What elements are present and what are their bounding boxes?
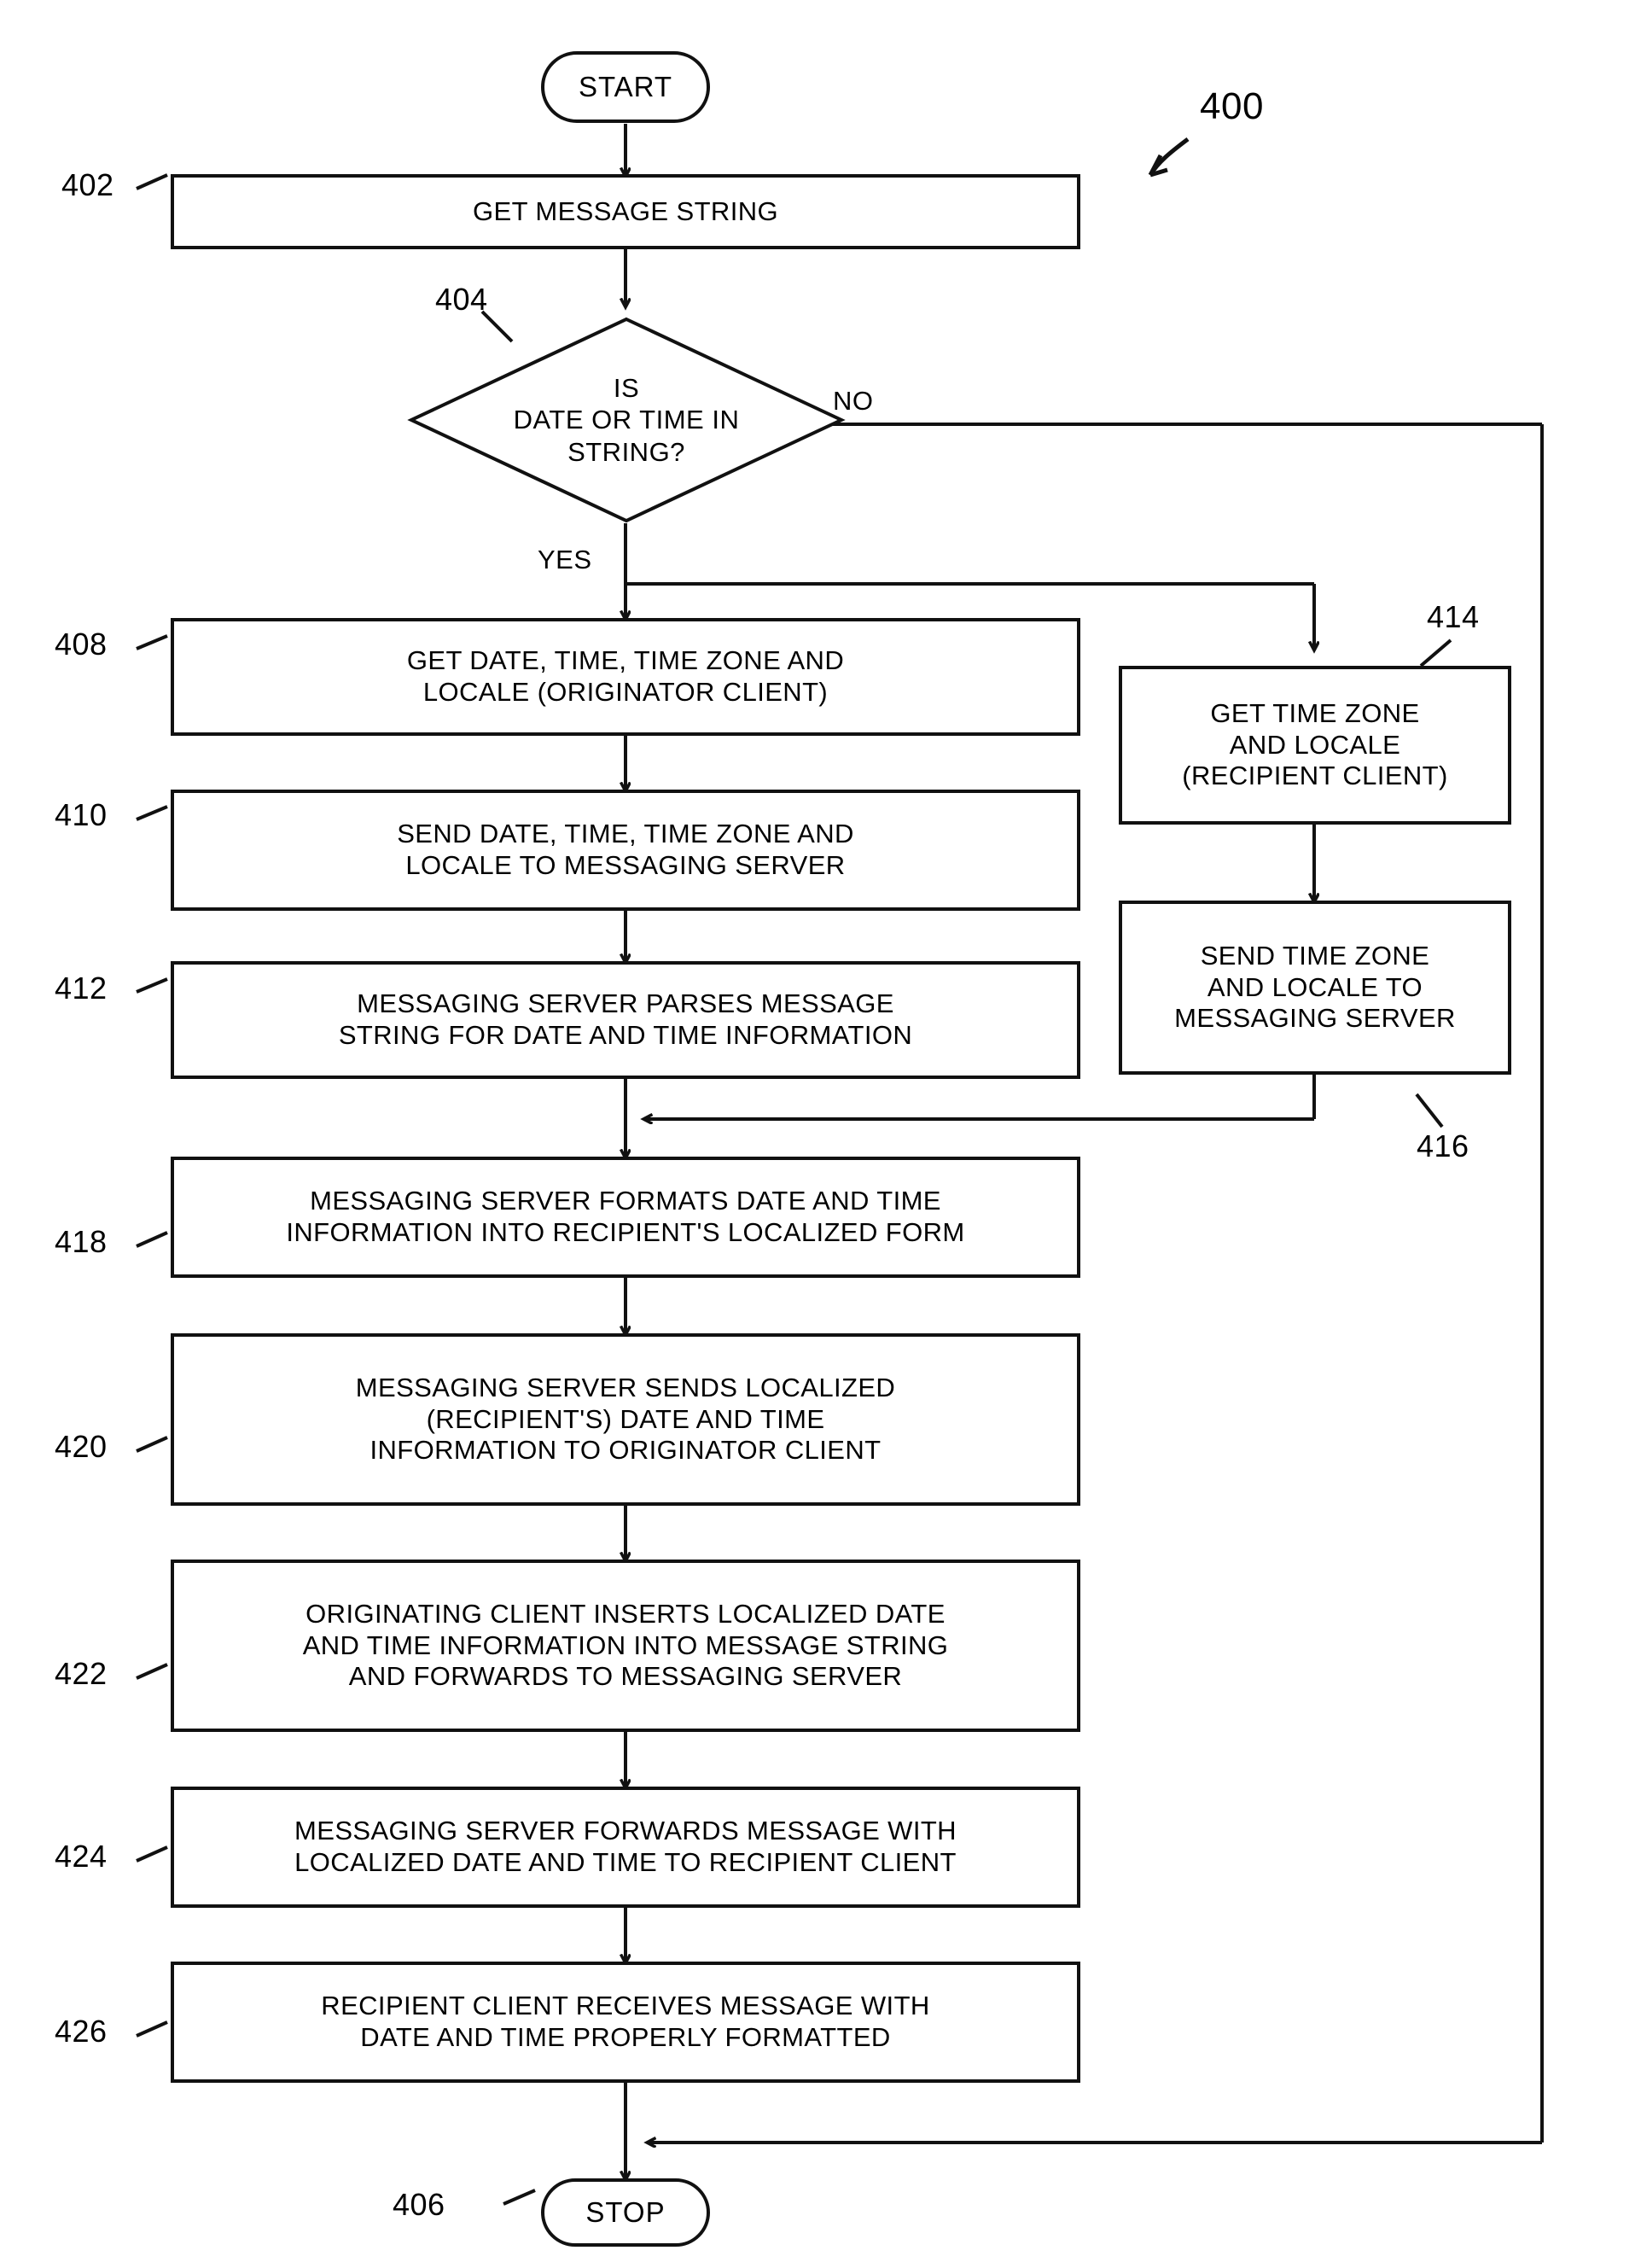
node-send-date-time-locale-label: SEND DATE, TIME, TIME ZONE AND LOCALE TO… (397, 819, 854, 880)
flowchart-canvas: 400 START 402 GET MESSAGE STRING 404 IS … (0, 0, 1641, 2268)
node-decision-label: IS DATE OR TIME IN STRING? (513, 373, 740, 467)
node-send-date-time-locale: SEND DATE, TIME, TIME ZONE AND LOCALE TO… (171, 790, 1080, 911)
node-get-time-zone-locale-label: GET TIME ZONE AND LOCALE (RECIPIENT CLIE… (1182, 698, 1448, 791)
ref-404: 404 (435, 282, 488, 317)
node-get-time-zone-locale: GET TIME ZONE AND LOCALE (RECIPIENT CLIE… (1119, 666, 1511, 825)
node-get-message-string: GET MESSAGE STRING (171, 174, 1080, 249)
ref-408: 408 (55, 627, 108, 662)
node-originating-client-inserts: ORIGINATING CLIENT INSERTS LOCALIZED DAT… (171, 1560, 1080, 1732)
node-send-time-zone-locale: SEND TIME ZONE AND LOCALE TO MESSAGING S… (1119, 901, 1511, 1075)
node-stop: STOP (541, 2178, 710, 2247)
node-server-formats-date-time: MESSAGING SERVER FORMATS DATE AND TIME I… (171, 1157, 1080, 1278)
ref-406: 406 (393, 2187, 445, 2222)
node-server-formats-date-time-label: MESSAGING SERVER FORMATS DATE AND TIME I… (286, 1186, 965, 1247)
ref-424: 424 (55, 1839, 108, 1874)
node-decision-date-or-time: IS DATE OR TIME IN STRING? (407, 316, 846, 524)
node-get-date-time-locale: GET DATE, TIME, TIME ZONE AND LOCALE (OR… (171, 618, 1080, 736)
node-server-sends-localized: MESSAGING SERVER SENDS LOCALIZED (RECIPI… (171, 1333, 1080, 1506)
edge-label-no: NO (833, 386, 874, 416)
ref-412: 412 (55, 971, 108, 1006)
node-server-parses-message-label: MESSAGING SERVER PARSES MESSAGE STRING F… (338, 988, 913, 1050)
edge-label-yes: YES (538, 545, 592, 574)
node-get-message-string-label: GET MESSAGE STRING (472, 195, 779, 226)
ref-402: 402 (61, 167, 114, 202)
node-recipient-receives-message-label: RECIPIENT CLIENT RECEIVES MESSAGE WITH D… (321, 1991, 930, 2052)
node-recipient-receives-message: RECIPIENT CLIENT RECEIVES MESSAGE WITH D… (171, 1962, 1080, 2083)
figure-number: 400 (1200, 85, 1264, 127)
node-server-forwards-message: MESSAGING SERVER FORWARDS MESSAGE WITH L… (171, 1787, 1080, 1908)
node-send-time-zone-locale-label: SEND TIME ZONE AND LOCALE TO MESSAGING S… (1174, 941, 1456, 1034)
node-server-sends-localized-label: MESSAGING SERVER SENDS LOCALIZED (RECIPI… (355, 1373, 896, 1466)
ref-418: 418 (55, 1224, 108, 1259)
node-server-parses-message: MESSAGING SERVER PARSES MESSAGE STRING F… (171, 961, 1080, 1079)
node-stop-label: STOP (585, 2195, 666, 2228)
ref-410: 410 (55, 797, 108, 832)
node-start-label: START (578, 70, 673, 102)
node-originating-client-inserts-label: ORIGINATING CLIENT INSERTS LOCALIZED DAT… (302, 1599, 949, 1692)
node-get-date-time-locale-label: GET DATE, TIME, TIME ZONE AND LOCALE (OR… (406, 645, 845, 707)
ref-426: 426 (55, 2014, 108, 2049)
ref-422: 422 (55, 1656, 108, 1691)
ref-414: 414 (1427, 599, 1480, 634)
ref-420: 420 (55, 1429, 108, 1464)
ref-416: 416 (1417, 1128, 1469, 1163)
node-start: START (541, 51, 710, 123)
node-server-forwards-message-label: MESSAGING SERVER FORWARDS MESSAGE WITH L… (294, 1816, 957, 1877)
